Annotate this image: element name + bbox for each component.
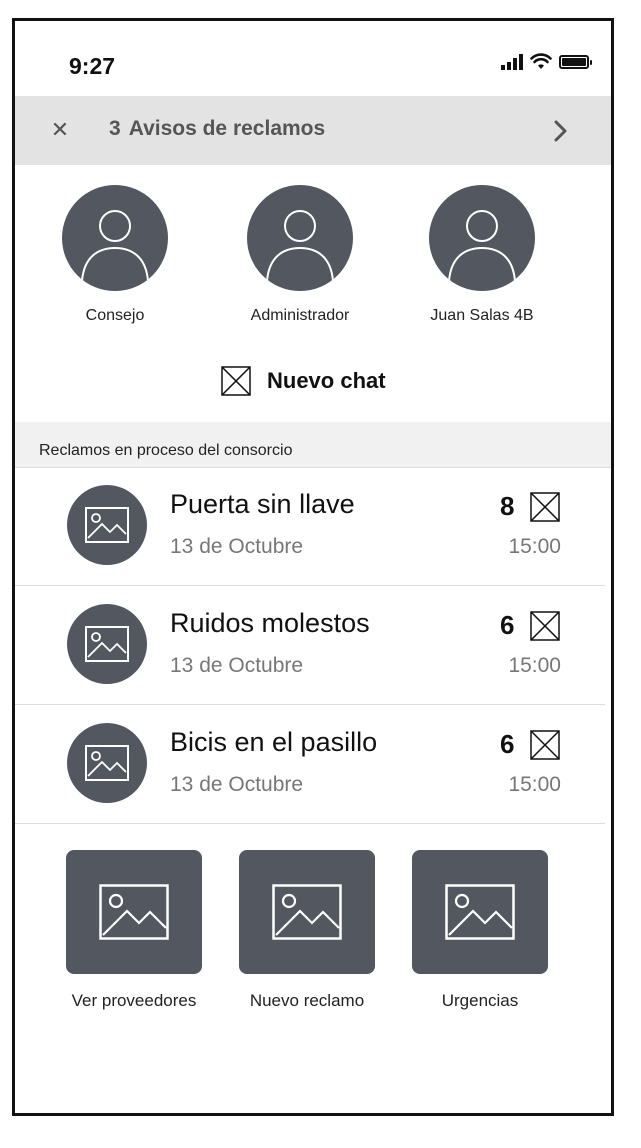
close-icon[interactable]: ✕: [49, 115, 71, 145]
action-label: Ver proveedores: [71, 991, 197, 1010]
status-icons: [501, 53, 592, 70]
section-title: Reclamos en proceso del consorcio: [39, 442, 293, 459]
action-tile: [66, 850, 202, 974]
placeholder-x-icon: [530, 730, 560, 760]
ver-proveedores-button[interactable]: Ver proveedores: [49, 850, 219, 1011]
claim-date: 13 de Octubre: [170, 773, 304, 796]
placeholder-x-icon: [530, 492, 560, 522]
new-chat-button[interactable]: Nuevo chat: [221, 366, 386, 396]
user-icon: [81, 210, 149, 282]
user-icon: [448, 210, 516, 282]
avatar: [247, 185, 353, 291]
nuevo-reclamo-button[interactable]: Nuevo reclamo: [222, 850, 392, 1011]
notice-bar[interactable]: ✕ 3 Avisos de reclamos: [15, 96, 611, 165]
contact-juan-salas[interactable]: Juan Salas 4B: [392, 185, 572, 325]
image-icon: [445, 884, 515, 940]
image-icon: [85, 626, 129, 662]
claim-row[interactable]: Ruidos molestos 13 de Octubre 6 15:00: [15, 587, 605, 705]
image-icon: [85, 507, 129, 543]
avatar: [429, 185, 535, 291]
notice-count: 3: [109, 117, 121, 140]
contact-label: Juan Salas 4B: [430, 307, 534, 324]
status-time: 9:27: [69, 53, 116, 79]
action-tile: [239, 850, 375, 974]
contact-consejo[interactable]: Consejo: [25, 185, 205, 325]
notice-text: 3 Avisos de reclamos: [109, 117, 325, 141]
claim-time: 15:00: [508, 654, 561, 677]
status-bar: 9:27: [15, 21, 611, 96]
battery-icon: [559, 54, 592, 69]
claim-date: 13 de Octubre: [170, 654, 304, 677]
claim-title: Puerta sin llave: [170, 489, 355, 519]
wifi-icon: [530, 53, 552, 69]
contact-administrador[interactable]: Administrador: [210, 185, 390, 325]
placeholder-x-icon: [530, 611, 560, 641]
action-label: Nuevo reclamo: [249, 991, 365, 1010]
claim-date: 13 de Octubre: [170, 535, 304, 558]
contact-label: Consejo: [85, 307, 145, 324]
phone-frame: 9:27 ✕ 3 Avisos de reclamos Consejo Admi…: [12, 18, 614, 1116]
claim-row[interactable]: Bicis en el pasillo 13 de Octubre 6 15:0…: [15, 706, 605, 824]
new-chat-label: Nuevo chat: [267, 368, 386, 393]
signal-icon: [501, 53, 523, 70]
claim-time: 15:00: [508, 773, 561, 796]
claim-thumbnail: [67, 604, 147, 684]
placeholder-x-icon: [221, 366, 251, 396]
image-icon: [85, 745, 129, 781]
image-icon: [272, 884, 342, 940]
claim-row[interactable]: Puerta sin llave 13 de Octubre 8 15:00: [15, 468, 605, 586]
claim-count: 8: [500, 491, 515, 521]
claim-title: Bicis en el pasillo: [170, 727, 378, 757]
notice-label: Avisos de reclamos: [128, 117, 326, 140]
action-label: Urgencias: [441, 991, 519, 1010]
user-icon: [266, 210, 334, 282]
claim-thumbnail: [67, 723, 147, 803]
claim-time: 15:00: [508, 535, 561, 558]
claim-title: Ruidos molestos: [170, 608, 370, 638]
contact-label: Administrador: [250, 307, 350, 324]
action-tile: [412, 850, 548, 974]
claim-thumbnail: [67, 485, 147, 565]
claim-count: 6: [500, 729, 515, 759]
chevron-right-icon[interactable]: [551, 118, 571, 144]
avatar: [62, 185, 168, 291]
urgencias-button[interactable]: Urgencias: [395, 850, 565, 1011]
section-header: Reclamos en proceso del consorcio: [15, 422, 611, 468]
claim-count: 6: [500, 610, 515, 640]
image-icon: [99, 884, 169, 940]
